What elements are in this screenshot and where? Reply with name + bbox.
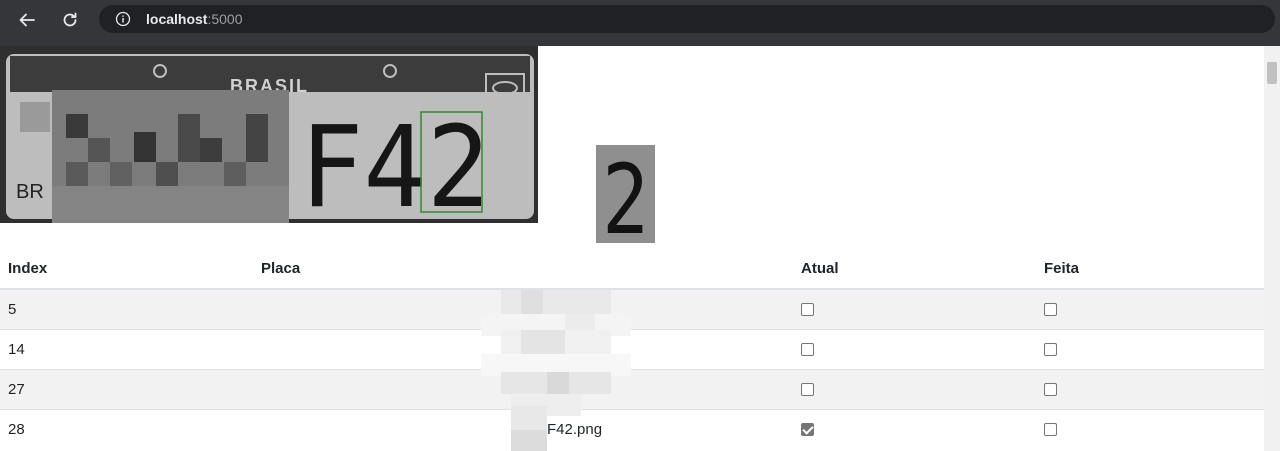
table-row: 14 [0,328,1264,376]
feita-checkbox[interactable] [1044,303,1057,317]
address-bar[interactable]: localhost:5000 [99,5,1275,33]
page-content: BRASIL BR F42 2 Index Placa Atual Feita … [0,46,1264,451]
row-feita [1036,408,1264,449]
header-index: Index [0,249,253,290]
atual-checkbox[interactable] [801,303,814,317]
placa-filename: F42.png [547,420,603,438]
row-feita [1036,328,1264,369]
feita-checkbox[interactable] [1044,423,1057,437]
row-placa [253,288,793,336]
url-text[interactable]: localhost:5000 [146,11,243,27]
plate-country-code: BR [16,181,44,203]
license-plate-image: BRASIL BR F42 [0,46,538,223]
row-atual [793,288,1036,329]
page-scrollbar[interactable] [1264,46,1280,451]
url-host: localhost [146,11,208,27]
reload-button[interactable] [54,7,86,33]
plate-redaction [52,90,289,223]
row-atual [793,328,1036,369]
feita-checkbox[interactable] [1044,343,1057,357]
row-atual [793,368,1036,409]
arrow-left-icon [19,13,35,27]
placa-redaction [481,366,631,416]
character-crop-image: 2 [596,145,655,243]
browser-toolbar: localhost:5000 [0,0,1280,46]
table-row: 28 F42.png [0,405,1264,451]
header-placa: Placa [253,249,793,290]
atual-checkbox[interactable] [801,383,814,397]
row-feita [1036,368,1264,409]
header-feita: Feita [1036,249,1264,290]
row-atual [793,408,1036,449]
placa-redaction [481,326,631,376]
placa-redaction [481,286,631,336]
back-button[interactable] [11,7,43,33]
row-placa [253,328,793,376]
scrollbar-thumb[interactable] [1267,62,1277,84]
atual-checkbox[interactable] [801,423,814,437]
crop-char-text: 2 [602,145,649,243]
plates-table: Index Placa Atual Feita 5 14 27 28 F42.p… [0,249,1264,451]
row-index: 28 [0,408,253,449]
reload-icon [63,12,77,27]
row-placa: F42.png [253,405,793,451]
plate-visible-chars: F42 [300,103,490,223]
feita-checkbox[interactable] [1044,383,1057,397]
row-index: 27 [0,368,253,409]
table-header-row: Index Placa Atual Feita [0,249,1264,290]
url-port: :5000 [207,11,243,27]
table-row: 27 [0,368,1264,416]
row-placa [253,368,793,416]
row-index: 14 [0,328,253,369]
row-feita [1036,288,1264,329]
atual-checkbox[interactable] [801,343,814,357]
header-atual: Atual [793,249,1036,290]
row-index: 5 [0,288,253,329]
table-row: 5 [0,288,1264,336]
info-circle-icon[interactable] [115,11,131,27]
